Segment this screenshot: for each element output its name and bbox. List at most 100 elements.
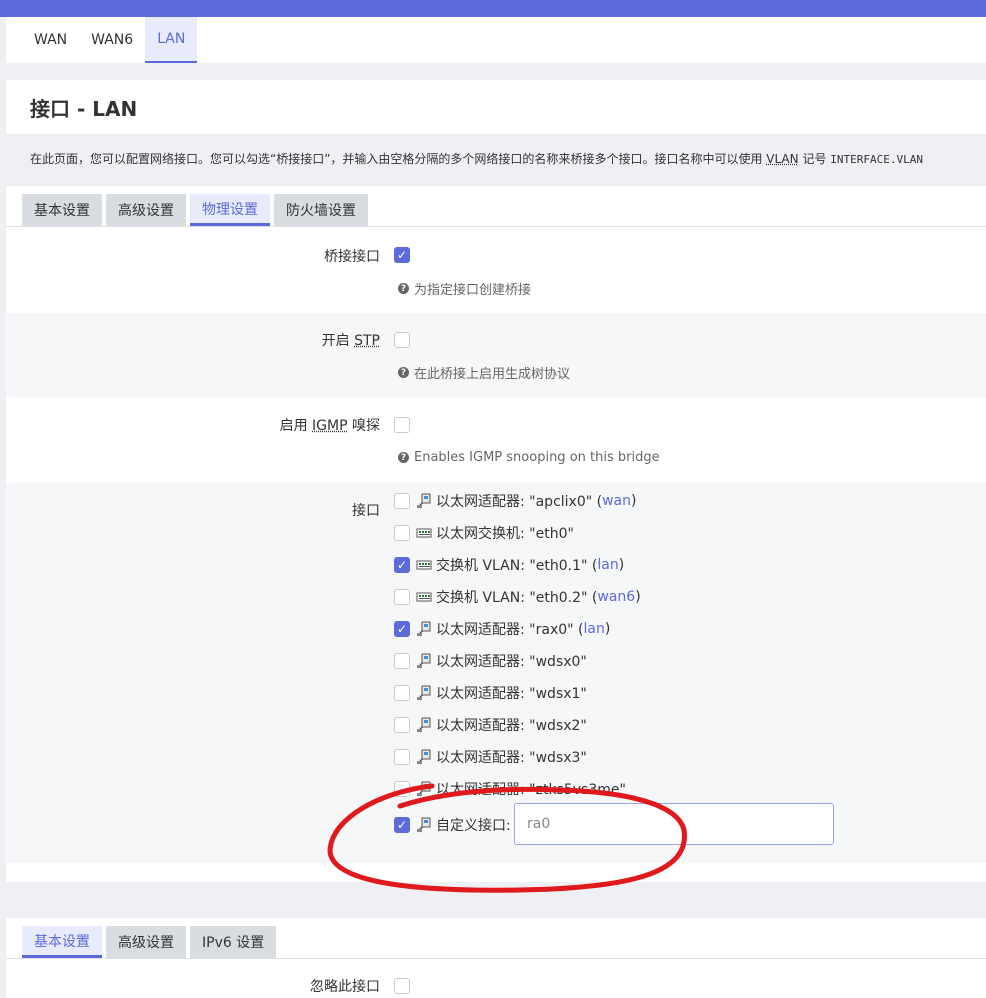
bridge-row: 桥接接口 ✓ ? 为指定接口创建桥接 [6, 227, 986, 313]
top-header-bar [0, 0, 986, 17]
interface-checkbox[interactable] [394, 685, 410, 701]
custom-interface-input[interactable] [514, 803, 834, 845]
page-description: 在此页面，您可以配置网络接口。您可以勾选“桥接接口”，并输入由空格分隔的多个网络… [30, 150, 986, 167]
check-icon: ✓ [396, 818, 408, 832]
ethernet-adapter-icon [416, 493, 432, 509]
tab-advanced-settings[interactable]: 高级设置 [106, 194, 186, 226]
check-icon: ✓ [396, 622, 408, 636]
network-link[interactable]: wan6 [597, 589, 635, 605]
network-link[interactable]: lan [597, 557, 618, 573]
interface-checkbox[interactable] [394, 493, 410, 509]
tab-basic-settings-2[interactable]: 基本设置 [22, 926, 102, 958]
interface-item[interactable]: 以太网适配器: "apclix0" (wan) [394, 491, 636, 511]
custom-interface-item: ✓ 自定义接口: [394, 803, 834, 845]
interface-name: 以太网适配器: "wdsx2" [436, 718, 587, 734]
question-icon: ? [398, 283, 409, 294]
igmp-abbr: IGMP [312, 418, 348, 434]
interface-item[interactable]: ✓ 交换机 VLAN: "eth0.1" (lan) [394, 555, 624, 575]
interface-checkbox[interactable] [394, 525, 410, 541]
interface-checkbox[interactable]: ✓ [394, 621, 410, 637]
interface-item[interactable]: 以太网适配器: "wdsx2" [394, 715, 587, 735]
tabs-divider-2 [6, 958, 986, 959]
stp-label-prefix: 开启 [321, 333, 355, 349]
interface-item[interactable]: 以太网适配器: "wdsx1" [394, 683, 587, 703]
tab-basic-settings[interactable]: 基本设置 [22, 194, 102, 226]
title-box: 接口 - LAN [6, 80, 986, 134]
switch-icon [416, 525, 432, 541]
switch-icon [416, 589, 432, 605]
ethernet-adapter-icon [416, 653, 432, 669]
ethernet-adapter-icon [416, 621, 432, 637]
custom-interface-checkbox[interactable]: ✓ [394, 817, 410, 833]
tab-wan[interactable]: WAN [22, 17, 79, 63]
ethernet-adapter-icon [416, 717, 432, 733]
interface-checkbox[interactable] [394, 589, 410, 605]
network-link[interactable]: wan [602, 493, 631, 509]
description-text-2: 记号 [798, 152, 831, 166]
interface-name-close: ) [604, 621, 611, 637]
tab-lan[interactable]: LAN [145, 17, 198, 63]
interface-item[interactable]: 以太网适配器: "wdsx3" [394, 747, 587, 767]
bridge-label: 桥接接口 [324, 249, 380, 265]
second-panel: 基本设置 高级设置 IPv6 设置 忽略此接口 [6, 918, 986, 998]
ignore-interface-checkbox[interactable] [394, 978, 410, 994]
stp-hint-text: 在此桥接上启用生成树协议 [414, 367, 571, 382]
igmp-label-suffix: 嗅探 [347, 418, 380, 434]
igmp-hint-text: Enables IGMP snooping on this bridge [414, 450, 660, 465]
interface-checkbox[interactable] [394, 653, 410, 669]
interface-name: 交换机 VLAN: "eth0.1" ( [436, 558, 598, 574]
ethernet-adapter-icon [416, 685, 432, 701]
igmp-row: 启用 IGMP 嗅探 ? Enables IGMP snooping on thi… [6, 397, 986, 483]
ethernet-adapter-icon [416, 749, 432, 765]
tab-wan6[interactable]: WAN6 [79, 17, 145, 63]
page-title: 接口 - LAN [30, 96, 138, 121]
stp-checkbox[interactable] [394, 332, 410, 348]
interface-tabs: WAN WAN6 LAN [6, 17, 986, 63]
interface-checkbox[interactable]: ✓ [394, 557, 410, 573]
tab-firewall-settings[interactable]: 防火墙设置 [274, 194, 368, 226]
interface-name: 以太网适配器: "rax0" ( [436, 622, 584, 638]
interface-name: 以太网适配器: "ztks5vs3me" [436, 782, 626, 798]
interface-name: 以太网适配器: "wdsx3" [436, 750, 587, 766]
interface-name-close: ) [631, 493, 637, 509]
vlan-notation: INTERFACE.VLAN [830, 153, 923, 166]
bridge-hint: ? 为指定接口创建桥接 [398, 279, 531, 298]
stp-abbr: STP [354, 333, 380, 349]
bridge-checkbox[interactable]: ✓ [394, 247, 410, 263]
stp-hint: ? 在此桥接上启用生成树协议 [398, 363, 570, 382]
igmp-label: 启用 IGMP 嗅探 [280, 415, 380, 435]
tab-advanced-settings-2[interactable]: 高级设置 [106, 926, 186, 958]
ignore-interface-label: 忽略此接口 [310, 979, 380, 995]
ethernet-adapter-icon [416, 817, 432, 833]
interface-checkbox[interactable] [394, 717, 410, 733]
second-panel-tabs: 基本设置 高级设置 IPv6 设置 [22, 926, 277, 958]
section-tabs: 基本设置 高级设置 物理设置 防火墙设置 [22, 194, 368, 226]
interface-name-close: ) [635, 589, 641, 605]
switch-icon [416, 557, 432, 573]
stp-label: 开启 STP [322, 330, 380, 350]
interface-name: 以太网适配器: "wdsx1" [436, 686, 587, 702]
interfaces-label: 接口 [352, 503, 380, 519]
tab-ipv6-settings[interactable]: IPv6 设置 [190, 926, 277, 958]
igmp-hint: ? Enables IGMP snooping on this bridge [398, 450, 660, 465]
network-link[interactable]: lan [584, 621, 605, 637]
igmp-checkbox[interactable] [394, 417, 410, 433]
check-icon: ✓ [396, 558, 408, 572]
interfaces-row: 接口 以太网适配器: "apclix0" (wan) 以太网交换机: "eth0"… [6, 483, 986, 863]
tab-physical-settings[interactable]: 物理设置 [190, 194, 270, 226]
interface-name: 以太网适配器: "wdsx0" [436, 654, 587, 670]
interface-item[interactable]: 以太网适配器: "wdsx0" [394, 651, 587, 671]
bridge-hint-text: 为指定接口创建桥接 [414, 283, 532, 298]
interface-item[interactable]: 以太网适配器: "ztks5vs3me" [394, 779, 626, 799]
interface-item[interactable]: ✓ 以太网适配器: "rax0" (lan) [394, 619, 610, 639]
interface-item[interactable]: 以太网交换机: "eth0" [394, 523, 574, 543]
ethernet-adapter-icon [416, 781, 432, 797]
interface-checkbox[interactable] [394, 781, 410, 797]
interface-item[interactable]: 交换机 VLAN: "eth0.2" (wan6) [394, 587, 641, 607]
stp-row: 开启 STP ? 在此桥接上启用生成树协议 [6, 313, 986, 397]
description-text: 在此页面，您可以配置网络接口。您可以勾选“桥接接口”，并输入由空格分隔的多个网络… [30, 152, 767, 166]
interface-name-close: ) [618, 557, 625, 573]
igmp-label-prefix: 启用 [279, 418, 313, 434]
interface-name: 以太网交换机: "eth0" [436, 526, 574, 542]
interface-checkbox[interactable] [394, 749, 410, 765]
